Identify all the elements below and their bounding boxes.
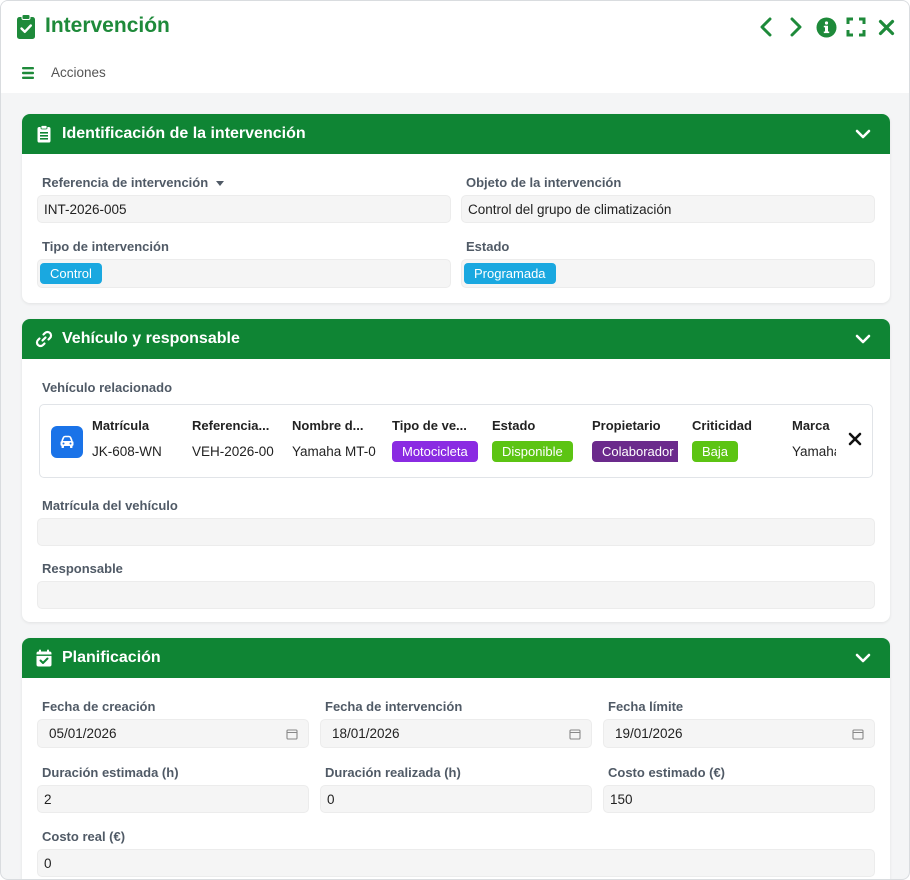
calendar-check-icon <box>36 649 52 667</box>
section-identificacion: Identificación de la intervención Refere… <box>22 114 890 303</box>
col-header: Marca <box>792 418 830 433</box>
date-value: 19/01/2026 <box>615 726 683 741</box>
intervention-window: Intervención Acciones Identificación de … <box>0 0 910 880</box>
fecha-limite-field[interactable]: 19/01/2026 <box>603 719 875 748</box>
expand-button[interactable] <box>845 15 867 39</box>
fecha-intervencion-label: Fecha de intervención <box>325 699 463 714</box>
chevron-down-icon[interactable] <box>854 125 872 143</box>
vehicle-card[interactable]: Matrícula JK-608-WN Referencia... VEH-20… <box>39 404 873 478</box>
col-header: Tipo de ve... <box>392 418 467 433</box>
window-controls <box>755 15 897 39</box>
estado-field[interactable]: Programada <box>461 259 875 288</box>
costo-real-field[interactable]: 0 <box>37 849 875 877</box>
objeto-field[interactable]: Control del grupo de climatización <box>461 195 875 223</box>
clipboard-list-icon <box>37 125 51 143</box>
section-planificacion: Planificación Fecha de creación 05/01/20… <box>22 638 890 879</box>
close-button[interactable] <box>875 15 897 39</box>
vehicle-col-tipo: Tipo de ve... Motocicleta <box>392 418 478 462</box>
estado-label: Estado <box>466 239 510 254</box>
info-circle-icon <box>816 17 836 37</box>
title-bar: Intervención Acciones <box>1 1 909 93</box>
tipo-tag: Control <box>40 263 102 284</box>
duracion-estimada-field[interactable]: 2 <box>37 785 309 813</box>
tipo-field[interactable]: Control <box>37 259 451 288</box>
page-title: Intervención <box>45 14 170 37</box>
section-header-vehiculo[interactable]: Vehículo y responsable <box>22 319 890 359</box>
vehicle-col-estado: Estado Disponible <box>492 418 582 462</box>
actions-label[interactable]: Acciones <box>51 65 106 80</box>
fecha-creacion-field[interactable]: 05/01/2026 <box>37 719 309 748</box>
caret-down-icon[interactable] <box>216 181 225 187</box>
date-value: 18/01/2026 <box>332 726 400 741</box>
duracion-estimada-label: Duración estimada (h) <box>42 765 179 780</box>
car-icon <box>60 435 74 448</box>
calendar-icon[interactable] <box>852 728 864 740</box>
responsable-field[interactable] <box>37 581 875 609</box>
remove-vehicle-icon[interactable] <box>848 432 862 446</box>
fecha-limite-label: Fecha límite <box>608 699 684 714</box>
tipo-vehiculo-tag: Motocicleta <box>392 441 478 462</box>
prev-button[interactable] <box>755 15 777 39</box>
duracion-realizada-label: Duración realizada (h) <box>325 765 461 780</box>
chevron-down-icon[interactable] <box>854 330 872 348</box>
vehicle-col-referencia: Referencia... VEH-2026-00 <box>192 418 278 459</box>
hamburger-menu-icon[interactable] <box>21 66 37 80</box>
objeto-label: Objeto de la intervención <box>466 175 622 190</box>
col-header: Propietario <box>592 418 661 433</box>
col-header: Estado <box>492 418 536 433</box>
vehicle-col-criticidad: Criticidad Baja <box>692 418 782 462</box>
fecha-intervencion-field[interactable]: 18/01/2026 <box>320 719 592 748</box>
vehiculo-relacionado-label: Vehículo relacionado <box>42 380 173 395</box>
section-header-planificacion[interactable]: Planificación <box>22 638 890 678</box>
col-value: Yamaha <box>792 444 836 459</box>
costo-estimado-label: Costo estimado (€) <box>608 765 726 780</box>
section-header-identificacion[interactable]: Identificación de la intervención <box>22 114 890 154</box>
referencia-label: Referencia de intervención <box>42 175 225 190</box>
propietario-tag: Colaborador <box>592 441 678 462</box>
info-button[interactable] <box>815 15 837 39</box>
fecha-creacion-label: Fecha de creación <box>42 699 156 714</box>
section-title: Planificación <box>62 649 161 666</box>
chevron-down-icon[interactable] <box>854 649 872 667</box>
matricula-vehiculo-label: Matrícula del vehículo <box>42 498 178 513</box>
close-icon <box>878 19 894 35</box>
col-header: Nombre d... <box>292 418 364 433</box>
vehicle-col-marca: Marca Yamaha <box>792 418 836 459</box>
next-button[interactable] <box>785 15 807 39</box>
responsable-label: Responsable <box>42 561 123 576</box>
costo-real-label: Costo real (€) <box>42 829 126 844</box>
col-header: Criticidad <box>692 418 752 433</box>
col-value: JK-608-WN <box>92 444 162 459</box>
estado-vehiculo-tag: Disponible <box>492 441 573 462</box>
tipo-label: Tipo de intervención <box>42 239 169 254</box>
link-icon <box>35 330 53 348</box>
section-title: Vehículo y responsable <box>62 330 240 347</box>
car-badge <box>51 426 83 458</box>
matricula-vehiculo-field[interactable] <box>37 518 875 546</box>
actions-menu[interactable]: Acciones <box>21 65 106 80</box>
estado-tag: Programada <box>464 263 556 284</box>
section-vehiculo: Vehículo y responsable Vehículo relacion… <box>22 319 890 622</box>
calendar-icon[interactable] <box>286 728 298 740</box>
criticidad-tag: Baja <box>692 441 739 462</box>
chevron-right-icon <box>790 17 802 37</box>
costo-estimado-field[interactable]: 150 <box>603 785 875 813</box>
col-value: VEH-2026-00 <box>192 444 274 459</box>
col-value: Yamaha MT-0 <box>292 444 376 459</box>
calendar-icon[interactable] <box>569 728 581 740</box>
referencia-field[interactable]: INT-2026-005 <box>37 195 451 223</box>
vehicle-col-matricula: Matrícula JK-608-WN <box>92 418 182 459</box>
expand-icon <box>846 17 866 37</box>
vehicle-col-propietario: Propietario Colaborador <box>592 418 678 462</box>
chevron-left-icon <box>760 17 772 37</box>
clipboard-check-icon <box>17 14 35 39</box>
date-value: 05/01/2026 <box>49 726 117 741</box>
section-title: Identificación de la intervención <box>62 125 306 142</box>
duracion-realizada-field[interactable]: 0 <box>320 785 592 813</box>
col-header: Matrícula <box>92 418 150 433</box>
vehicle-col-nombre: Nombre d... Yamaha MT-0 <box>292 418 378 459</box>
col-header: Referencia... <box>192 418 270 433</box>
